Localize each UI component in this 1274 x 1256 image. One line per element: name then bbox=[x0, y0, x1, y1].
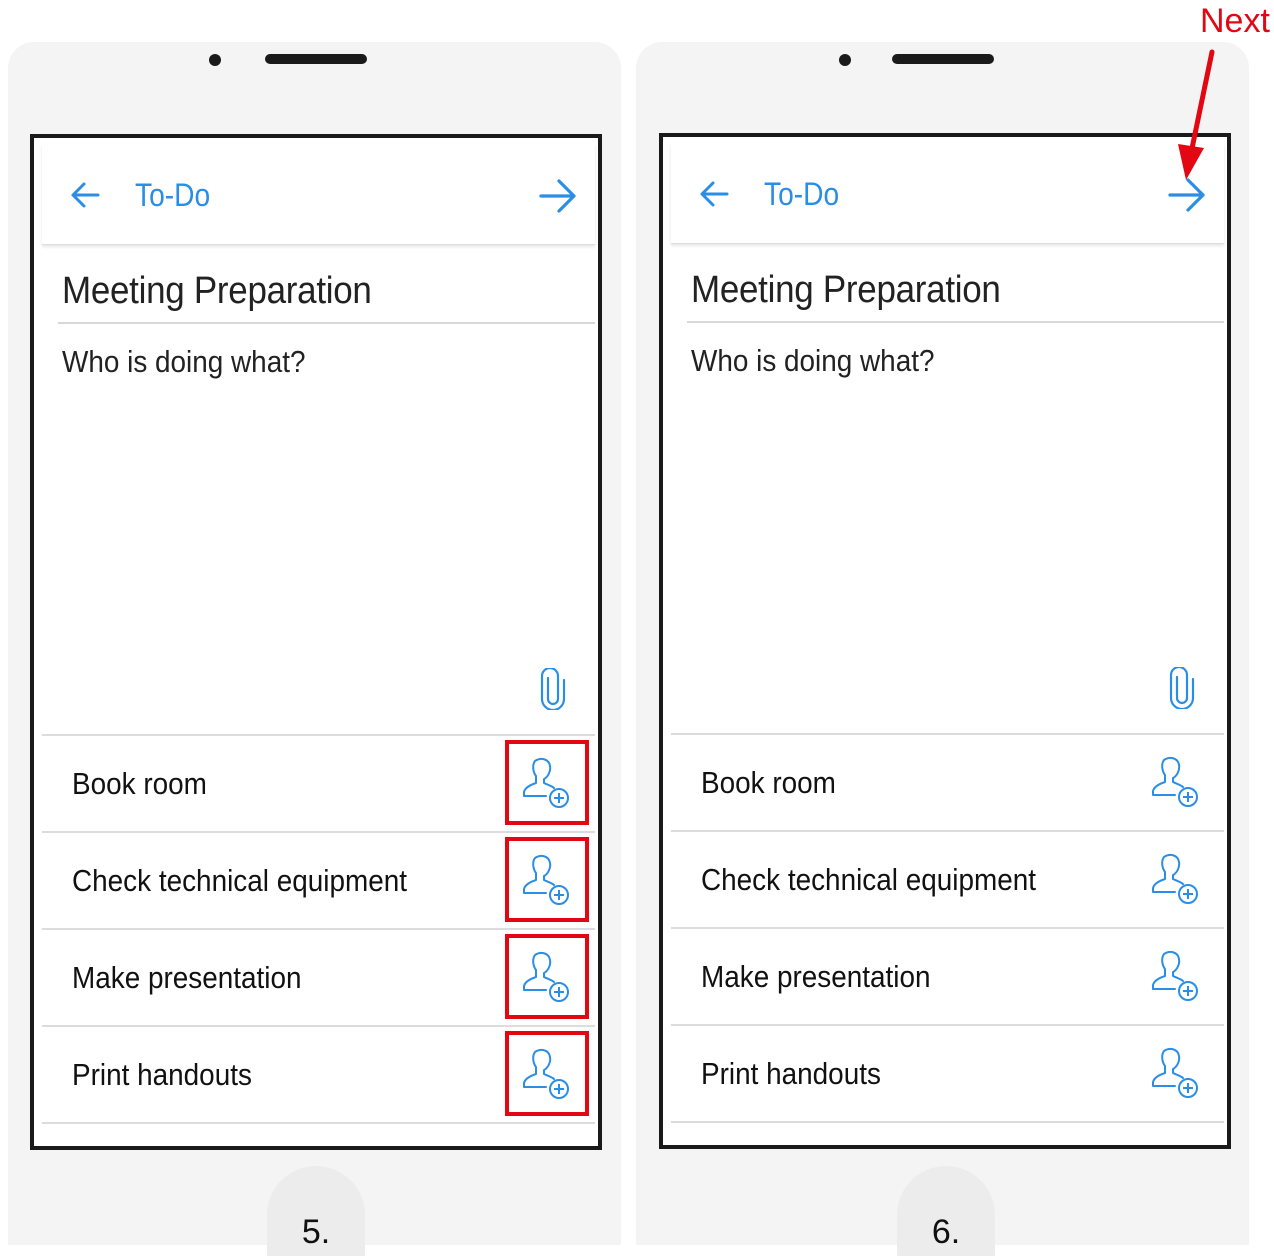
list-item: Print handouts bbox=[42, 1027, 595, 1124]
add-person-icon bbox=[1152, 1047, 1198, 1098]
add-person-icon bbox=[523, 757, 569, 808]
add-person-icon bbox=[523, 951, 569, 1002]
phone-screen: To-Do Meeting Preparation Who is doing w… bbox=[659, 133, 1231, 1149]
add-person-button[interactable] bbox=[505, 1031, 589, 1116]
list-item-label: Make presentation bbox=[701, 959, 931, 994]
add-person-icon bbox=[1152, 853, 1198, 904]
header-title: To-Do bbox=[135, 177, 211, 213]
list-item: Make presentation bbox=[42, 930, 595, 1027]
list-item: Check technical equipment bbox=[42, 833, 595, 930]
list-item: Print handouts bbox=[671, 1026, 1224, 1123]
list-item: Book room bbox=[671, 735, 1224, 832]
task-description[interactable]: Who is doing what? bbox=[62, 344, 305, 380]
phone-screen: To-Do Meeting Preparation Who is doing w… bbox=[30, 134, 602, 1150]
list-item-label: Print handouts bbox=[701, 1056, 881, 1091]
title-underline bbox=[687, 321, 1224, 323]
add-person-button[interactable] bbox=[505, 934, 589, 1019]
add-person-icon bbox=[1152, 756, 1198, 807]
add-person-button[interactable] bbox=[1134, 836, 1218, 921]
todo-list: Book room Check technical equipment Make… bbox=[671, 733, 1224, 1123]
step-number: 5. bbox=[301, 1213, 331, 1251]
phone-frame-step-6: To-Do Meeting Preparation Who is doing w… bbox=[636, 42, 1249, 1256]
list-item-label: Check technical equipment bbox=[72, 863, 407, 898]
add-person-button[interactable] bbox=[1134, 739, 1218, 824]
list-item-label: Print handouts bbox=[72, 1057, 252, 1092]
add-person-button[interactable] bbox=[505, 837, 589, 922]
arrow-left-icon[interactable] bbox=[699, 181, 729, 207]
app-header: To-Do bbox=[671, 143, 1224, 244]
add-person-button[interactable] bbox=[1134, 1030, 1218, 1115]
next-annotation-label: Next bbox=[1200, 2, 1270, 40]
list-item: Book room bbox=[42, 736, 595, 833]
task-description[interactable]: Who is doing what? bbox=[691, 343, 934, 379]
app-header: To-Do bbox=[42, 144, 595, 245]
list-item-label: Check technical equipment bbox=[701, 862, 1036, 897]
arrow-left-icon[interactable] bbox=[70, 182, 100, 208]
phone-frame-step-5: To-Do Meeting Preparation Who is doing w… bbox=[8, 42, 621, 1256]
header-title: To-Do bbox=[764, 176, 840, 212]
add-person-button[interactable] bbox=[505, 740, 589, 825]
list-item-label: Make presentation bbox=[72, 960, 302, 995]
add-person-icon bbox=[523, 1048, 569, 1099]
step-number: 6. bbox=[931, 1213, 961, 1251]
paperclip-icon[interactable] bbox=[1168, 667, 1196, 709]
earpiece-speaker bbox=[892, 54, 994, 64]
add-person-icon bbox=[1152, 950, 1198, 1001]
front-camera bbox=[209, 54, 221, 66]
add-person-icon bbox=[523, 854, 569, 905]
list-item: Make presentation bbox=[671, 929, 1224, 1026]
task-title[interactable]: Meeting Preparation bbox=[62, 270, 372, 313]
list-item-label: Book room bbox=[701, 765, 836, 800]
home-button: 5. bbox=[267, 1166, 365, 1256]
todo-list: Book room Check technical equipment Make… bbox=[42, 734, 595, 1124]
arrow-right-icon[interactable] bbox=[539, 179, 577, 213]
add-person-button[interactable] bbox=[1134, 933, 1218, 1018]
task-title[interactable]: Meeting Preparation bbox=[691, 269, 1001, 312]
home-button: 6. bbox=[897, 1166, 995, 1256]
paperclip-icon[interactable] bbox=[539, 668, 567, 710]
earpiece-speaker bbox=[265, 54, 367, 64]
front-camera bbox=[839, 54, 851, 66]
list-item: Check technical equipment bbox=[671, 832, 1224, 929]
annotation-arrow-icon bbox=[1178, 49, 1215, 180]
list-item-label: Book room bbox=[72, 766, 207, 801]
title-underline bbox=[58, 322, 595, 324]
